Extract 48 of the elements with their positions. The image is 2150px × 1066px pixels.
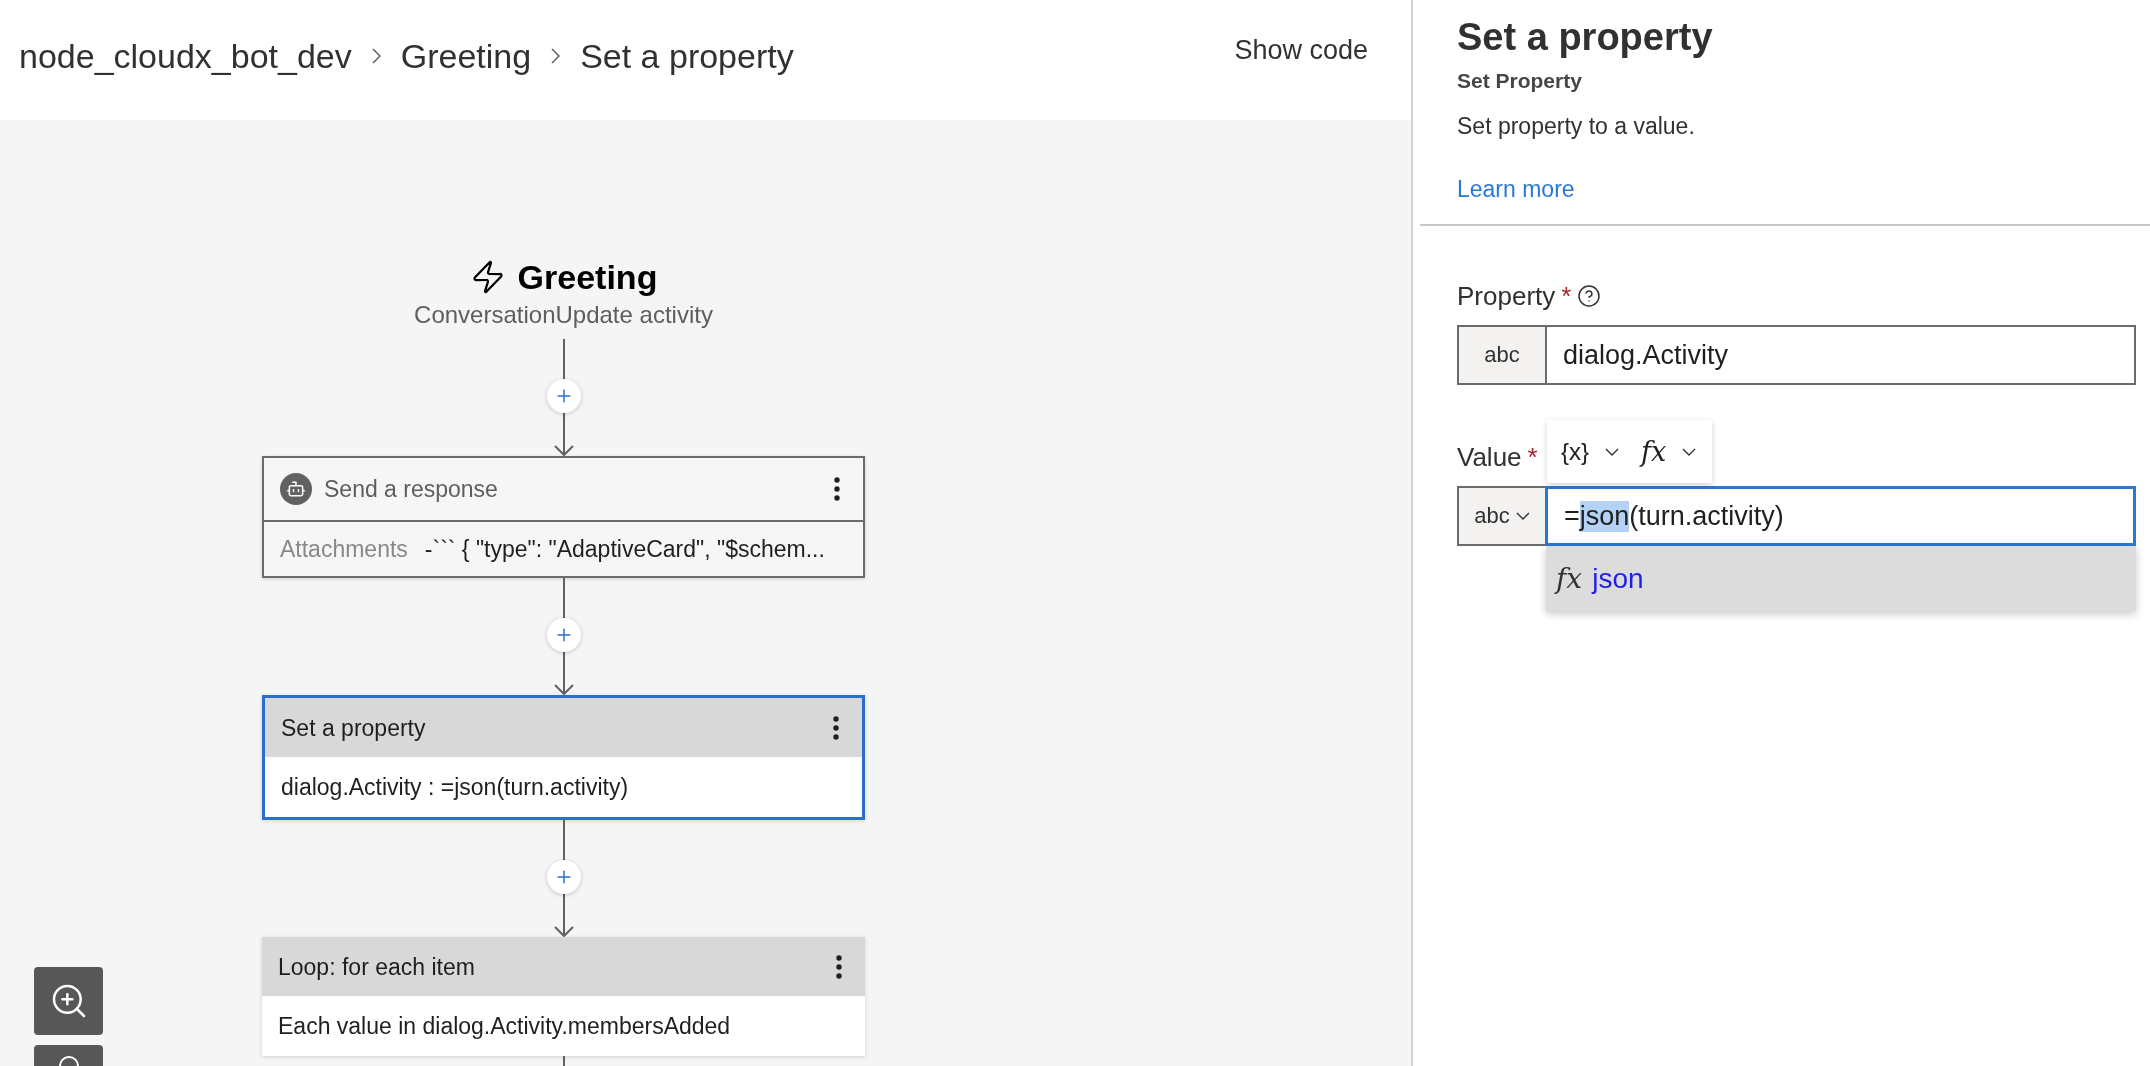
- input-field[interactable]: =json(turn.activity): [1545, 486, 2136, 546]
- add-step-button[interactable]: [546, 860, 581, 894]
- add-step-button[interactable]: [546, 618, 581, 652]
- required-mark: *: [1527, 441, 1538, 474]
- field-label: Property: [1457, 280, 1556, 313]
- show-code-button[interactable]: Show code: [1234, 32, 1368, 68]
- chevron-down-icon: [1515, 512, 1530, 520]
- more-vertical-icon: [834, 477, 840, 501]
- bot-icon: [280, 473, 312, 505]
- panel-subtitle: Set Property: [1457, 68, 1582, 94]
- canvas-tool-button[interactable]: [34, 1045, 103, 1066]
- action-node[interactable]: Set a property dialog.Activity : =json(turn.activity): [262, 695, 865, 820]
- node-summary: Each value in dialog.Activity.membersAdded: [278, 1012, 731, 1041]
- field-label: Attachments: [280, 535, 408, 564]
- node-title: Send a response: [324, 475, 499, 504]
- action-node[interactable]: Loop: for each item Each value in dialog.Activity.membersAdded: [262, 937, 865, 1056]
- input-field[interactable]: dialog.Activity: [1545, 325, 2136, 385]
- insert-menu-button[interactable]: {x}: [1559, 429, 1622, 474]
- selected-text: json: [1579, 500, 1630, 532]
- trigger-subtitle: ConversationUpdate activity: [414, 300, 713, 330]
- field-label: Value: [1457, 441, 1522, 474]
- node-summary: dialog.Activity : =json(turn.activity): [281, 773, 629, 802]
- more-vertical-icon: [833, 715, 839, 740]
- type-label: abc: [1457, 325, 1547, 385]
- learn-more-link[interactable]: Learn more: [1457, 175, 1575, 203]
- panel-title: Set a property: [1457, 15, 1713, 60]
- type-dropdown[interactable]: abc: [1457, 486, 1547, 546]
- chevron-right-icon: [371, 48, 381, 64]
- breadcrumb-link[interactable]: Greeting: [400, 34, 532, 78]
- breadcrumb-link[interactable]: node_cloudx_bot_dev: [19, 34, 352, 78]
- breadcrumb-link[interactable]: Set a property: [580, 34, 794, 78]
- insert-menu-button[interactable]: fx: [1639, 429, 1699, 474]
- required-mark: *: [1561, 280, 1572, 313]
- chevron-down-icon: [1605, 447, 1620, 456]
- help-icon[interactable]: [1577, 284, 1602, 308]
- ring-icon: [58, 1056, 79, 1066]
- panel-description: Set property to a value.: [1457, 112, 1695, 141]
- trigger-title: Greeting: [517, 257, 658, 298]
- field-value: -``` { "type": "AdaptiveCard", "$schem...: [424, 535, 825, 564]
- action-node[interactable]: Send a response Attachments -``` { "type": "AdaptiveCard", "$schem...: [262, 456, 865, 578]
- zoom-in-button[interactable]: [34, 967, 103, 1035]
- chevron-right-icon: [551, 48, 561, 64]
- more-vertical-icon: [836, 954, 842, 979]
- add-step-button[interactable]: [546, 379, 581, 413]
- node-title: Set a property: [281, 713, 427, 743]
- suggestion-item[interactable]: fx json: [1546, 546, 2136, 611]
- chevron-down-icon: [1682, 447, 1697, 456]
- node-title: Loop: for each item: [278, 952, 476, 982]
